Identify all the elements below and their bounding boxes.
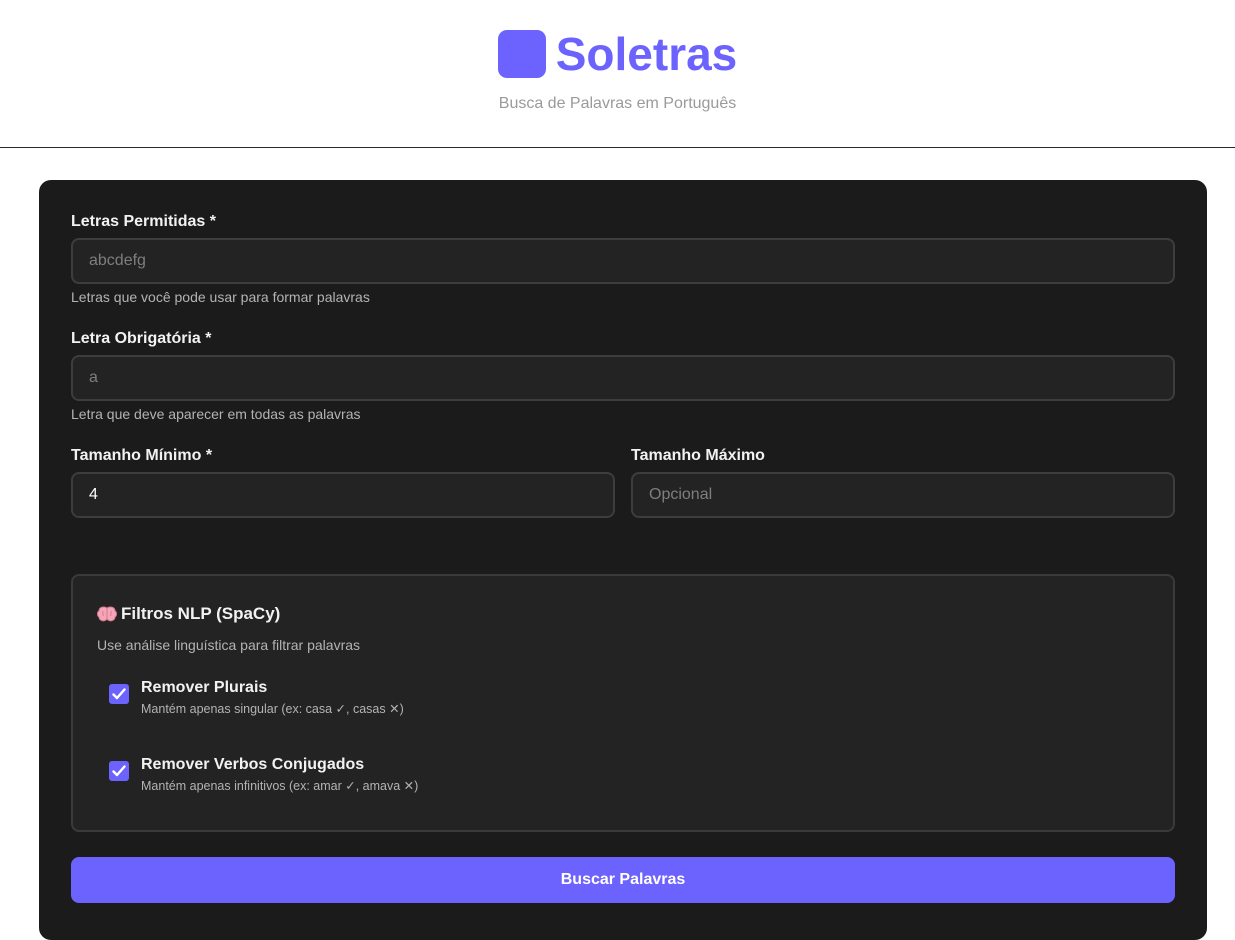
brand: Soletras [0, 28, 1235, 80]
app-title: Soletras [555, 28, 738, 80]
search-words-button[interactable]: Buscar Palavras [71, 857, 1175, 903]
checkmark-icon [112, 765, 126, 777]
remove-conjugated-verbs-title: Remover Verbos Conjugados [141, 756, 365, 773]
remove-plurals-checkbox[interactable] [109, 684, 129, 704]
max-length-input[interactable] [631, 472, 1175, 518]
nlp-description: Use análise linguística para filtrar pal… [97, 637, 361, 653]
search-form-card: Letras Permitidas * Letras que você pode… [39, 180, 1207, 940]
remove-plurals-title: Remover Plurais [141, 679, 268, 696]
remove-conjugated-verbs-option[interactable]: Remover Verbos Conjugados Mantém apenas … [109, 755, 418, 793]
remove-conjugated-verbs-description: Mantém apenas infinitivos (ex: amar ✓, a… [141, 779, 419, 793]
nlp-filters-panel: Filtros NLP (SpaCy) Use análise linguíst… [71, 574, 1175, 832]
letters-input[interactable] [71, 238, 1175, 284]
remove-plurals-description: Mantém apenas singular (ex: casa ✓, casa… [141, 702, 404, 716]
min-length-label: Tamanho Mínimo * [71, 447, 213, 464]
required-letter-label: Letra Obrigatória * [71, 330, 212, 347]
required-letter-hint: Letra que deve aparecer em todas as pala… [71, 406, 361, 422]
letters-hint: Letras que você pode usar para formar pa… [71, 289, 370, 305]
checkmark-icon [112, 688, 126, 700]
nlp-title: Filtros NLP (SpaCy) [97, 604, 280, 624]
nlp-title-text: Filtros NLP (SpaCy) [121, 604, 281, 623]
app-subtitle: Busca de Palavras em Português [498, 95, 737, 112]
max-length-label: Tamanho Máximo [631, 447, 765, 464]
remove-conjugated-verbs-checkbox[interactable] [109, 761, 129, 781]
brain-icon [97, 606, 117, 622]
min-length-input[interactable] [71, 472, 615, 518]
required-letter-input[interactable] [71, 355, 1175, 401]
remove-plurals-option[interactable]: Remover Plurais Mantém apenas singular (… [109, 678, 404, 716]
letters-label: Letras Permitidas * [71, 213, 216, 230]
page-header: Soletras Busca de Palavras em Português [0, 0, 1235, 148]
logo-icon [497, 30, 546, 78]
